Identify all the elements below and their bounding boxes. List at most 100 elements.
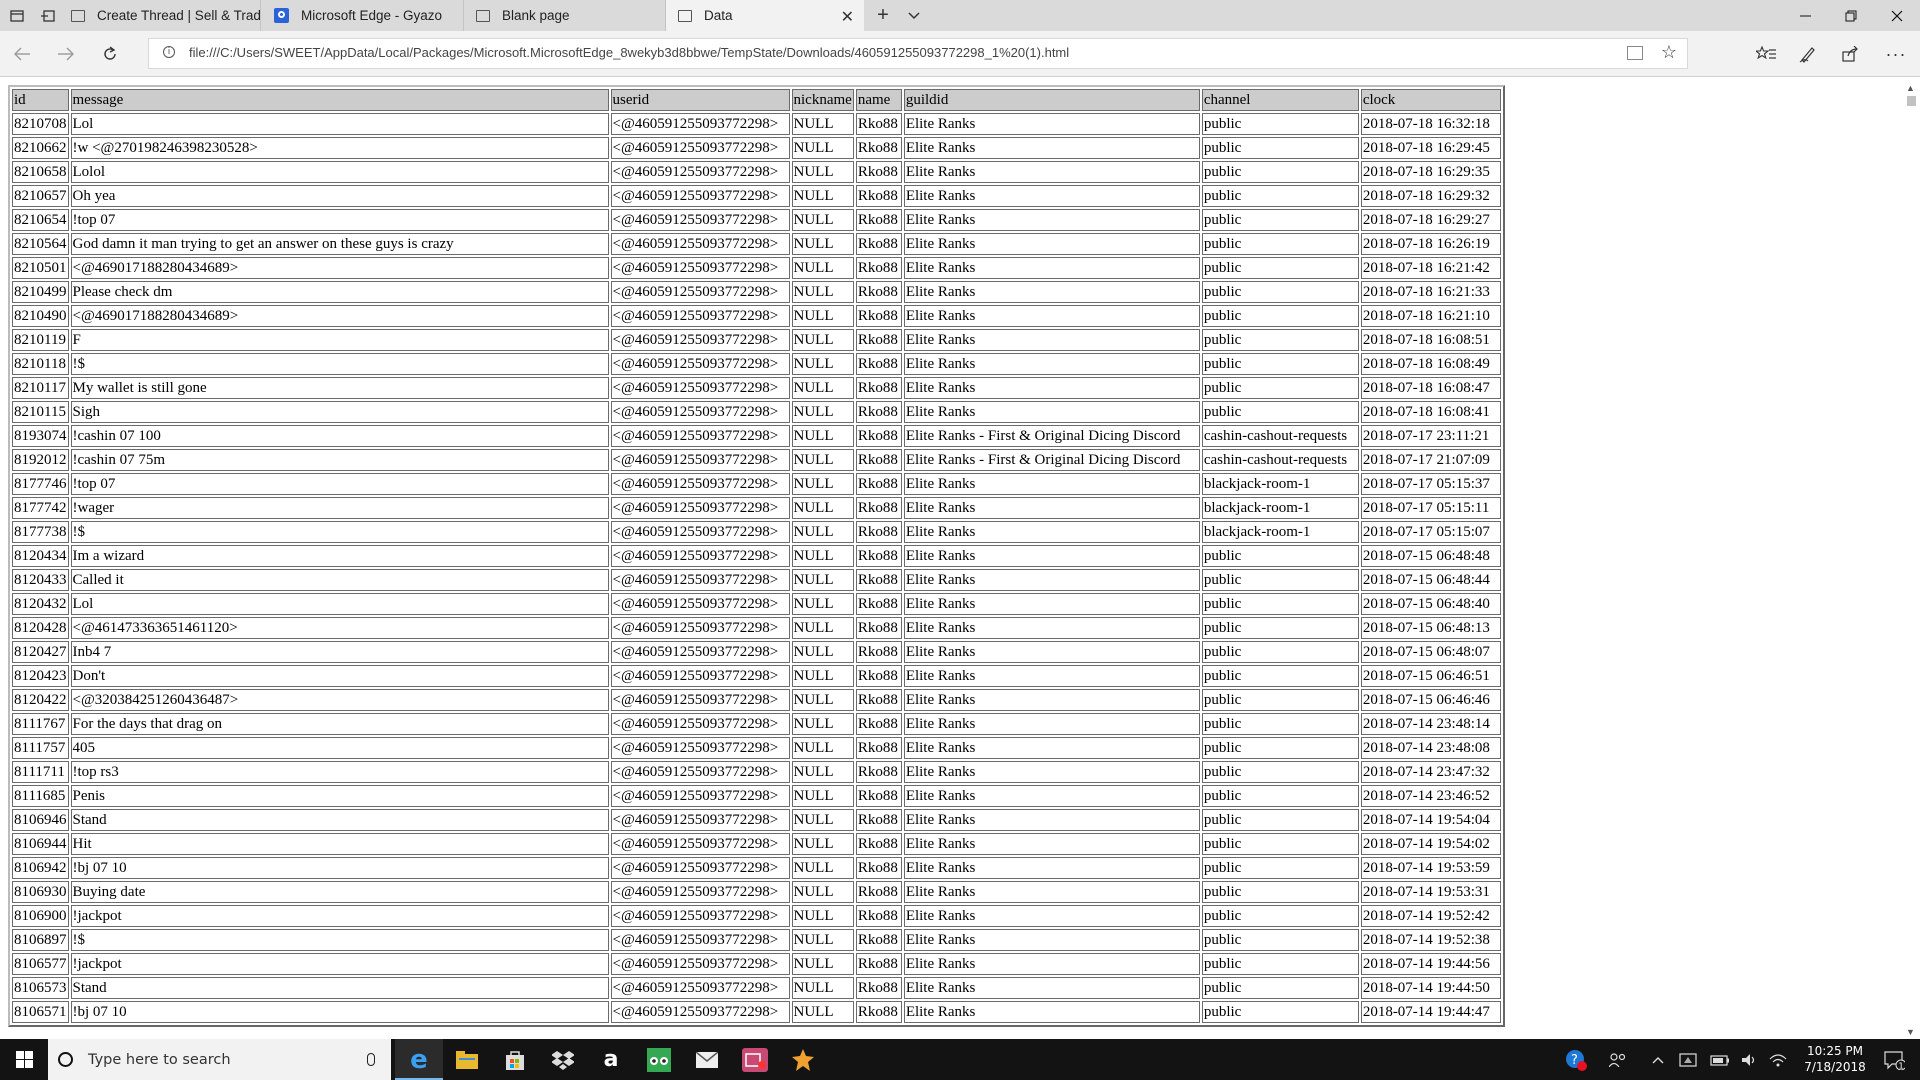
cell-id: 8111757 [12,737,69,759]
cell-id: 8210115 [12,401,69,423]
battery-icon[interactable] [1706,1039,1734,1080]
cell-channel: public [1201,401,1359,423]
tab-data[interactable]: Data ✕ [666,0,864,31]
table-row: 8210490 <@469017188280434689> <@4605912550… [12,305,1501,327]
forward-button[interactable] [50,38,82,70]
action-center-icon[interactable]: 1 [1874,1039,1914,1080]
cell-guildid: Elite Ranks [903,737,1200,759]
tab-blank-page[interactable]: Blank page [464,0,666,31]
cell-name: Rko88 [855,233,902,255]
cell-channel: public [1201,593,1359,615]
favorites-hub-icon[interactable] [1750,38,1782,70]
cell-userid: <@460591255093772298> [610,953,790,975]
cell-nickname: NULL [791,161,854,183]
cell-name: Rko88 [855,785,902,807]
show-hidden-icons-chevron-icon[interactable] [1644,1039,1672,1080]
table-row: 8120427 Inb4 7 <@460591255093772298> NULL Rk… [12,641,1501,663]
restore-button[interactable] [1828,0,1874,31]
share-icon[interactable] [1835,38,1867,70]
display-tray-icon[interactable] [1674,1039,1702,1080]
info-icon[interactable]: i [163,46,175,58]
minimize-button[interactable] [1782,0,1828,31]
help-icon[interactable]: ? [1561,1039,1591,1080]
cell-guildid: Elite Ranks [903,281,1200,303]
cell-guildid: Elite Ranks [903,209,1200,231]
file-explorer-icon[interactable] [443,1039,491,1080]
pen-notes-icon[interactable] [1792,38,1824,70]
refresh-button[interactable] [94,38,126,70]
system-clock[interactable]: 10:25 PM 7/18/2018 [1790,1043,1880,1075]
cell-userid: <@460591255093772298> [610,113,790,135]
close-tab-icon[interactable]: ✕ [841,7,854,27]
wifi-icon[interactable] [1764,1039,1792,1080]
cell-name: Rko88 [855,449,902,471]
tab-preview-icon[interactable] [0,0,34,31]
cell-guildid: Elite Ranks [903,545,1200,567]
column-header-clock: clock [1360,89,1501,111]
reading-view-icon[interactable] [1627,46,1643,60]
cell-id: 8210564 [12,233,69,255]
cell-clock: 2018-07-18 16:08:49 [1360,353,1501,375]
taskbar-search-box[interactable]: Type here to search [48,1039,391,1080]
table-row: 8106900 !jackpot <@460591255093772298> NULL… [12,905,1501,927]
cell-nickname: NULL [791,953,854,975]
cell-channel: public [1201,185,1359,207]
cell-channel: public [1201,233,1359,255]
amazon-icon[interactable]: a [587,1039,635,1080]
cell-id: 8106577 [12,953,69,975]
cell-nickname: NULL [791,377,854,399]
people-icon[interactable] [1604,1039,1632,1080]
edge-app-icon[interactable]: e [395,1039,443,1080]
favorite-star-icon[interactable]: ☆ [1661,42,1677,63]
tab-create-thread[interactable]: Create Thread | Sell & Trade [59,0,261,31]
address-bar[interactable]: i file:///C:/Users/SWEET/AppData/Local/P… [148,38,1688,69]
table-row: 8111711 !top rs3 <@460591255093772298> NULL… [12,761,1501,783]
cell-clock: 2018-07-14 23:46:52 [1360,785,1501,807]
cell-id: 8111685 [12,785,69,807]
cell-message: <@469017188280434689> [70,305,609,327]
tab-strip: Create Thread | Sell & Trade Microsoft E… [0,0,1920,31]
scrollbar-thumb[interactable] [1907,96,1916,106]
url-text[interactable]: file:///C:/Users/SWEET/AppData/Local/Pac… [189,45,1069,60]
cell-nickname: NULL [791,977,854,999]
more-menu-icon[interactable]: ··· [1880,38,1912,70]
game-app-icon[interactable] [779,1039,827,1080]
cell-message: Oh yea [70,185,609,207]
scroll-down-arrow-icon[interactable]: ▼ [1906,1027,1915,1037]
photos-app-icon[interactable] [731,1039,779,1080]
chevron-down-icon[interactable] [897,0,931,31]
cell-message: !cashin 07 100 [70,425,609,447]
cell-guildid: Elite Ranks [903,305,1200,327]
new-tab-button[interactable]: + [866,0,900,31]
cell-id: 8210657 [12,185,69,207]
cell-clock: 2018-07-15 06:48:07 [1360,641,1501,663]
cell-userid: <@460591255093772298> [610,353,790,375]
vertical-scrollbar[interactable]: ▲ ▼ [1902,77,1920,1039]
volume-icon[interactable] [1736,1039,1764,1080]
back-button[interactable] [6,38,38,70]
close-window-button[interactable] [1874,0,1920,31]
dropbox-icon[interactable] [539,1039,587,1080]
tripadvisor-icon[interactable] [635,1039,683,1080]
cell-message: 405 [70,737,609,759]
cell-name: Rko88 [855,425,902,447]
tab-gyazo[interactable]: Microsoft Edge - Gyazo [262,0,464,31]
cell-channel: public [1201,809,1359,831]
cell-id: 8106930 [12,881,69,903]
store-icon[interactable] [491,1039,539,1080]
cell-channel: public [1201,641,1359,663]
table-row: 8177746 !top 07 <@460591255093772298> NULL R… [12,473,1501,495]
cell-id: 8210490 [12,305,69,327]
mail-icon[interactable] [683,1039,731,1080]
scroll-up-arrow-icon[interactable]: ▲ [1906,83,1915,93]
cell-message: <@320384251260436487> [70,689,609,711]
cell-name: Rko88 [855,113,902,135]
column-header-id: id [12,89,69,111]
tab-title: Microsoft Edge - Gyazo [301,8,443,23]
cell-channel: public [1201,377,1359,399]
cell-name: Rko88 [855,617,902,639]
cell-clock: 2018-07-18 16:21:33 [1360,281,1501,303]
start-button[interactable] [0,1039,48,1080]
cell-name: Rko88 [855,497,902,519]
microphone-icon[interactable] [367,1053,375,1066]
